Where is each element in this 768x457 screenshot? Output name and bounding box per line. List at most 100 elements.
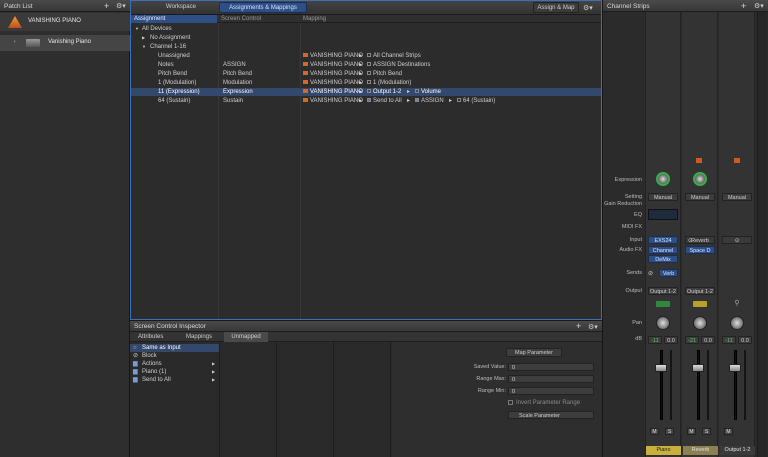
eq-thumbnail[interactable] [648,209,678,220]
strip-column [719,12,755,457]
map-parameter-button[interactable]: Map Parameter [506,348,562,357]
list-item-selected[interactable]: ○ Same as Input [130,344,219,352]
scrollbar[interactable] [757,12,767,457]
solo-button[interactable]: S [702,428,711,435]
column-header-mapping[interactable]: Mapping [303,15,326,23]
tab-attributes[interactable]: Attributes [138,334,163,340]
patch-item[interactable]: VANISHING PIANO [0,13,130,31]
strip-name-reverb[interactable]: Reverb [683,446,718,455]
mute-button[interactable]: M [724,428,733,435]
table-row[interactable]: Pitch Bend Pitch Bend VANISHING PIANO ▸ … [131,70,601,78]
input-slot[interactable]: ⊙ Reverb [685,236,715,244]
add-icon[interactable]: + [576,321,581,331]
volume-fader-handle[interactable] [729,364,741,372]
automation-indicator[interactable]: ⚲ [730,299,744,307]
invert-checkbox[interactable] [508,400,513,405]
solo-button[interactable]: S [665,428,674,435]
pan-knob[interactable] [730,316,744,330]
patch-cell: VANISHING PIANO [303,97,363,105]
output-slot[interactable]: Output 1-2 [648,287,678,295]
range-max-field[interactable]: 0 [508,375,594,383]
output-slot[interactable]: Output 1-2 [685,287,715,295]
assign-map-button[interactable]: Assign & Map [533,2,579,13]
automation-indicator[interactable] [656,301,670,307]
channel-strips-header: Channel Strips + ⚙▾ [603,0,768,12]
screen-control-inspector: Screen Control Inspector + ⚙▾ Attributes… [130,320,602,457]
volume-fader-track[interactable] [734,350,737,420]
gear-icon[interactable]: ⚙▾ [588,323,598,331]
tab-unmapped[interactable]: Unmapped [224,332,268,342]
link-icon: ⊙ [688,238,693,244]
patch-icon [303,53,308,58]
db-readout: -21 [685,336,699,344]
scale-parameter-button[interactable]: Scale Parameter [508,411,594,419]
add-strip-icon[interactable]: + [741,1,746,11]
patch-item[interactable]: › Vanishing Piano [0,35,130,51]
range-min-text: 0 [512,389,516,395]
disclosure-arrow-icon[interactable]: › [14,39,16,45]
label-sends: Sends [626,270,642,276]
expression-knob[interactable] [693,172,707,186]
column-header-screen-control[interactable]: Screen Control [221,15,261,23]
tree-row[interactable]: ▼ All Devices [131,25,601,33]
column-header-assignment[interactable]: Assignment [131,15,217,23]
table-row-selected[interactable]: 11 (Expression) Expression VANISHING PIA… [131,88,601,96]
volume-fader-track[interactable] [660,350,663,420]
tab-workspace[interactable]: Workspace [151,2,211,13]
gear-icon[interactable]: ⚙▾ [754,2,764,10]
column-header-assignment-label: Assignment [134,16,166,22]
level-meter [670,350,672,420]
table-row[interactable]: Unassigned VANISHING PIANO ▸ All Channel… [131,52,601,60]
add-patch-icon[interactable]: + [104,1,109,11]
audio-fx-slot[interactable]: Space D [685,246,715,254]
tree-arrow-icon[interactable]: ▼ [135,25,139,33]
tab-assignments-mappings[interactable]: Assignments & Mappings [219,2,307,13]
setting-button[interactable]: Manual [685,193,715,201]
radio-icon: ○ [133,345,137,351]
input-slot[interactable]: EXS24 [648,236,678,244]
saved-value-field[interactable]: 0 [508,363,594,371]
tree-row[interactable]: ▼ Channel 1-16 [131,43,601,51]
range-min-field[interactable]: 0 [508,387,594,395]
setting-button[interactable]: Manual [722,193,752,201]
input-slot[interactable]: ⊙ [722,236,752,244]
automation-indicator[interactable] [693,301,707,307]
setting-button[interactable]: Manual [648,193,678,201]
pan-knob[interactable] [656,316,670,330]
pan-knob[interactable] [693,316,707,330]
table-row[interactable]: 1 (Modulation) Modulation VANISHING PIAN… [131,79,601,87]
volume-fader-track[interactable] [697,350,700,420]
saved-value-label: Saved Value: [473,364,506,370]
send-slot[interactable]: Verb [659,269,678,277]
tree-arrow-icon[interactable]: ▼ [142,43,146,51]
tree-row[interactable]: ▶ No Assignment [131,34,601,42]
target-cell-label: All Channel Strips [373,53,421,59]
strip-name-output[interactable]: Output 1-2 [720,446,755,455]
gear-icon[interactable]: ⚙▾ [583,4,593,12]
list-item[interactable]: ⊘ Block [130,352,219,360]
target-icon [367,98,371,103]
tree-label: No Assignment [150,35,191,41]
mute-button[interactable]: M [650,428,659,435]
table-row[interactable]: 64 (Sustain) Sustain VANISHING PIANO ▸ S… [131,97,601,105]
mute-button[interactable]: M [687,428,696,435]
assignment-cell: Unassigned [158,53,190,59]
tab-mappings[interactable]: Mappings [186,334,212,340]
gear-icon[interactable]: ⚙▾ [116,2,126,10]
volume-fader-handle[interactable] [655,364,667,372]
audio-fx-slot[interactable]: DeMix [648,255,678,263]
expression-knob[interactable] [656,172,670,186]
list-item[interactable]: ▆ Send to All ▶ [130,376,219,384]
strip-name-piano[interactable]: Piano [646,446,681,455]
tree-arrow-icon[interactable]: ▶ [142,34,145,42]
send-knob-icon[interactable]: ⊘ [648,270,653,277]
volume-fader-handle[interactable] [692,364,704,372]
audio-fx-slot[interactable]: Channel EQ [648,246,678,262]
target-icon [457,98,461,103]
table-row[interactable]: Notes ASSIGN VANISHING PIANO ▸ ASSIGN De… [131,61,601,69]
list-item-label: Actions [142,361,162,367]
target-cell-label: ASSIGN Destinations [373,62,431,68]
list-item[interactable]: ▆ Piano (1) ▶ [130,368,219,376]
patch-list-panel: Patch List + ⚙▾ VANISHING PIANO › Vanish… [0,0,130,457]
list-item[interactable]: ▆ Actions ▶ [130,360,219,368]
